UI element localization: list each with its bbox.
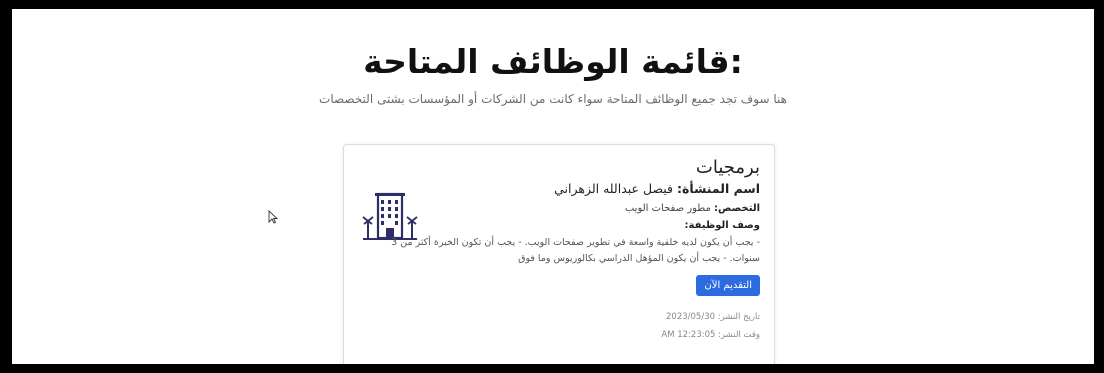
job-category: برمجيات <box>695 157 760 178</box>
page-container: قائمة الوظائف المتاحة: هنا سوف تجد جميع … <box>12 9 1094 364</box>
description-text: - يجب أن يكون لديه خلفية واسعة في تطوير … <box>391 237 760 264</box>
specialization-line: التخصص: مطور صفحات الويب <box>430 203 760 214</box>
page-subtitle: هنا سوف تجد جميع الوظائف المتاحة سواء كا… <box>319 92 787 106</box>
post-date-value: 2023/05/30 <box>666 312 716 322</box>
post-time-value: 12:23:05 AM <box>661 330 716 340</box>
org-label: اسم المنشأة: <box>677 181 760 196</box>
building-icon <box>362 192 418 240</box>
post-date: تاريخ النشر: 2023/05/30 <box>430 308 760 326</box>
post-meta: تاريخ النشر: 2023/05/30 وقت النشر: 12:23… <box>430 308 760 344</box>
job-details: برمجيات اسم المنشأة: فيصل عبدالله الزهرا… <box>391 157 760 344</box>
post-date-label: تاريخ النشر: <box>717 312 760 322</box>
job-card: برمجيات اسم المنشأة: فيصل عبدالله الزهرا… <box>343 144 775 364</box>
description-label: وصف الوظيفة: <box>684 220 760 231</box>
post-time: وقت النشر: 12:23:05 AM <box>430 326 760 344</box>
mouse-cursor-icon <box>268 210 278 224</box>
spec-label: التخصص: <box>714 203 760 214</box>
spec-value: مطور صفحات الويب <box>624 203 711 214</box>
post-time-label: وقت النشر: <box>718 330 760 340</box>
organization-line: اسم المنشأة: فيصل عبدالله الزهراني <box>430 181 760 197</box>
page-title: قائمة الوظائف المتاحة: <box>363 42 743 81</box>
apply-now-button[interactable]: التقديم الآن <box>696 275 760 296</box>
org-name: فيصل عبدالله الزهراني <box>554 181 674 196</box>
